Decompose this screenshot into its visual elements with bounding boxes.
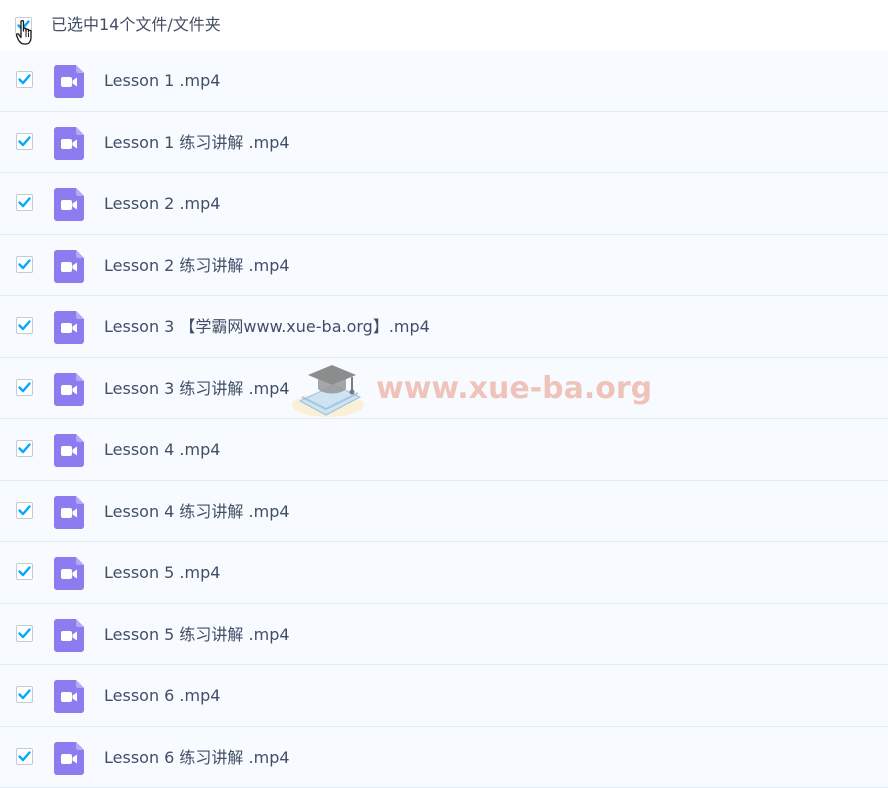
video-file-icon	[54, 65, 84, 98]
video-file-icon	[54, 434, 84, 467]
file-list: Lesson 1 .mp4 Lesson 1 练习讲解 .mp4 Lesson 2 …	[0, 50, 888, 788]
file-name[interactable]: Lesson 1 练习讲解 .mp4	[104, 133, 290, 153]
video-file-icon	[54, 496, 84, 529]
file-row[interactable]: Lesson 4 .mp4	[0, 419, 888, 481]
file-name[interactable]: Lesson 2 练习讲解 .mp4	[104, 256, 290, 276]
video-file-icon	[54, 742, 84, 775]
checkbox-checked-icon	[16, 194, 33, 211]
file-row[interactable]: Lesson 1 .mp4	[0, 50, 888, 112]
file-checkbox[interactable]	[16, 379, 33, 396]
checkbox-checked-icon	[16, 563, 33, 580]
checkbox-checked-icon	[16, 71, 33, 88]
file-checkbox[interactable]	[16, 71, 33, 88]
file-checkbox[interactable]	[16, 625, 33, 642]
file-name[interactable]: Lesson 6 练习讲解 .mp4	[104, 748, 290, 768]
file-row[interactable]: Lesson 3 【学霸网www.xue-ba.org】.mp4	[0, 296, 888, 358]
video-file-icon	[54, 250, 84, 283]
file-checkbox[interactable]	[16, 502, 33, 519]
selection-header: 已选中14个文件/文件夹	[0, 0, 888, 50]
video-file-icon	[54, 557, 84, 590]
file-row[interactable]: Lesson 3 练习讲解 .mp4	[0, 358, 888, 420]
video-file-icon	[54, 311, 84, 344]
file-checkbox[interactable]	[16, 440, 33, 457]
video-file-icon	[54, 619, 84, 652]
checkbox-checked-icon	[16, 379, 33, 396]
video-file-icon	[54, 680, 84, 713]
video-file-icon	[54, 127, 84, 160]
file-name[interactable]: Lesson 5 .mp4	[104, 563, 220, 583]
file-row[interactable]: Lesson 5 .mp4	[0, 542, 888, 604]
file-row[interactable]: Lesson 1 练习讲解 .mp4	[0, 112, 888, 174]
file-name[interactable]: Lesson 6 .mp4	[104, 686, 220, 706]
checkbox-checked-icon	[16, 317, 33, 334]
file-checkbox[interactable]	[16, 194, 33, 211]
file-checkbox[interactable]	[16, 317, 33, 334]
file-name[interactable]: Lesson 5 练习讲解 .mp4	[104, 625, 290, 645]
checkbox-checked-icon	[16, 502, 33, 519]
file-checkbox[interactable]	[16, 256, 33, 273]
checkbox-checked-icon	[16, 256, 33, 273]
file-row[interactable]: Lesson 2 .mp4	[0, 173, 888, 235]
file-row[interactable]: Lesson 6 .mp4	[0, 665, 888, 727]
checkbox-checked-icon	[16, 748, 33, 765]
file-checkbox[interactable]	[16, 748, 33, 765]
video-file-icon	[54, 188, 84, 221]
hand-pointer-icon	[15, 19, 37, 47]
file-name[interactable]: Lesson 3 【学霸网www.xue-ba.org】.mp4	[104, 317, 430, 337]
file-name[interactable]: Lesson 3 练习讲解 .mp4	[104, 379, 290, 399]
file-checkbox[interactable]	[16, 686, 33, 703]
checkbox-checked-icon	[16, 686, 33, 703]
file-checkbox[interactable]	[16, 563, 33, 580]
file-row[interactable]: Lesson 5 练习讲解 .mp4	[0, 604, 888, 666]
checkbox-checked-icon	[16, 625, 33, 642]
file-checkbox[interactable]	[16, 133, 33, 150]
file-name[interactable]: Lesson 1 .mp4	[104, 71, 220, 91]
file-name[interactable]: Lesson 4 练习讲解 .mp4	[104, 502, 290, 522]
file-row[interactable]: Lesson 4 练习讲解 .mp4	[0, 481, 888, 543]
checkbox-checked-icon	[16, 133, 33, 150]
selection-count-text: 已选中14个文件/文件夹	[51, 15, 221, 35]
checkbox-checked-icon	[16, 440, 33, 457]
file-name[interactable]: Lesson 4 .mp4	[104, 440, 220, 460]
video-file-icon	[54, 373, 84, 406]
file-row[interactable]: Lesson 2 练习讲解 .mp4	[0, 235, 888, 297]
file-name[interactable]: Lesson 2 .mp4	[104, 194, 220, 214]
